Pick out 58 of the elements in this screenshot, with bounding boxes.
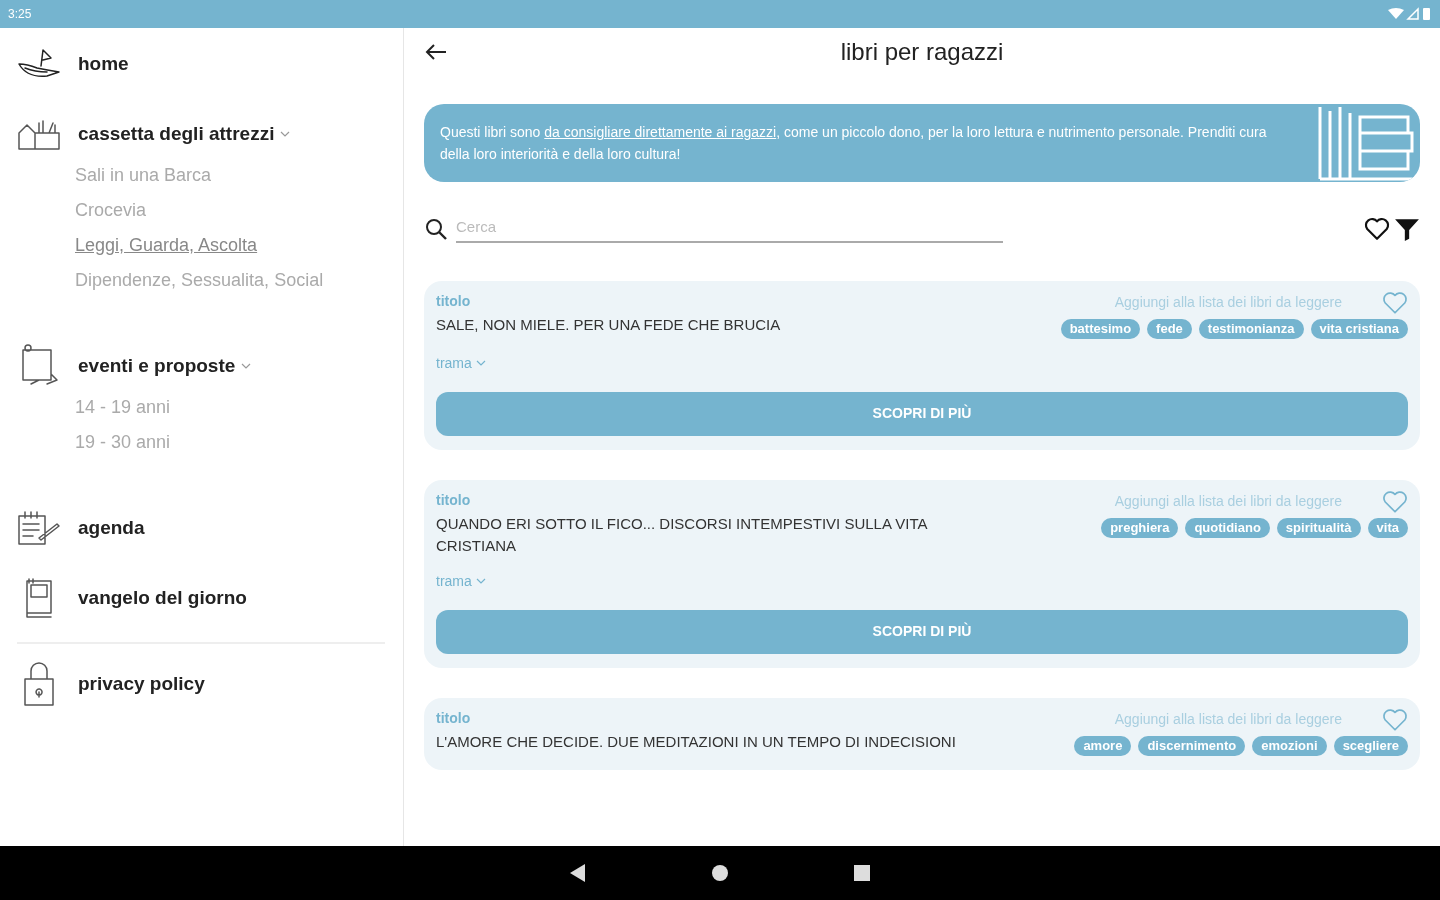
search-field[interactable]: Cerca (456, 216, 1003, 243)
sidebar-subitem[interactable]: Leggi, Guarda, Ascolta (75, 228, 385, 263)
recents-icon[interactable] (853, 864, 871, 882)
sidebar-item[interactable]: vangelo del giorno (78, 583, 247, 613)
tag[interactable]: vita (1367, 517, 1408, 538)
field-label: titolo (436, 291, 472, 311)
banner-text: Questi libri sono da consigliare direttamente ai ragazzi, come un piccolo dono, per la loro lettura e nutrimento personale. Prenditi cura della loro interiorità e della loro cultura! (440, 123, 1268, 164)
sidebar-item[interactable]: agenda (78, 513, 145, 543)
tag[interactable]: amore (1074, 735, 1132, 756)
books-icon (1316, 105, 1416, 181)
filter-icon[interactable] (1394, 217, 1420, 242)
status-time: 3:25 (8, 6, 32, 23)
toolbox-icon (17, 117, 61, 151)
book-title: SALE, NON MIELE. PER UNA FEDE CHE BRUCIA (436, 314, 781, 335)
tag[interactable]: vita cristiana (1310, 318, 1408, 339)
back-arrow-icon[interactable] (424, 43, 448, 61)
sidebar-item[interactable]: home (78, 49, 129, 79)
search-icon (424, 217, 448, 242)
sidebar-item[interactable]: privacy policy (78, 669, 205, 699)
page-title: libri per ragazzi (839, 37, 1005, 67)
add-to-list-label: Aggiungi alla lista dei libri da leggere (1114, 293, 1342, 312)
field-label: titolo (436, 490, 472, 510)
discover-more-button[interactable]: SCOPRI DI PIÙ (436, 391, 1408, 436)
notice-board-icon (19, 344, 59, 388)
home-icon[interactable] (711, 864, 729, 882)
chevron-down-icon (475, 360, 486, 366)
tag[interactable]: emozioni (1252, 735, 1327, 756)
sidebar-subitem[interactable]: Dipendenze, Sessualita, Social (75, 263, 385, 298)
sidebar-subitem[interactable]: 14 - 19 anni (75, 390, 385, 425)
padlock-icon (21, 661, 57, 707)
sidebar-item[interactable]: cassetta degli attrezzi (78, 119, 291, 149)
tag[interactable]: battesimo (1060, 318, 1141, 339)
sidebar-subitem[interactable]: Crocevia (75, 193, 385, 228)
chevron-down-icon (241, 363, 252, 369)
tag[interactable]: preghiera (1101, 517, 1179, 538)
agenda-icon (17, 510, 61, 546)
sidebar-subitem[interactable]: Sali in una Barca (75, 158, 385, 193)
tag[interactable]: quotidiano (1185, 517, 1270, 538)
status-icons (1388, 7, 1432, 21)
tag[interactable]: discernimento (1138, 735, 1246, 756)
heart-icon[interactable] (1364, 217, 1390, 242)
tag[interactable]: spiritualità (1276, 517, 1361, 538)
sidebar-subitem[interactable]: 19 - 30 anni (75, 425, 385, 460)
sidebar-item[interactable]: eventi e proposte (78, 351, 252, 381)
add-to-list-label: Aggiungi alla lista dei libri da leggere (1114, 492, 1342, 511)
book-title: L'AMORE CHE DECIDE. DUE MEDITAZIONI IN UN TEMPO DI INDECISIONI (436, 731, 956, 752)
plot-toggle[interactable]: trama (436, 570, 486, 592)
tag[interactable]: scegliere (1333, 735, 1408, 756)
book-title: QUANDO ERI SOTTO IL FICO... DISCORSI INTEMPESTIVI SULLA VITA CRISTIANA (436, 513, 929, 556)
discover-more-button[interactable]: SCOPRI DI PIÙ (436, 609, 1408, 654)
field-label: titolo (436, 708, 472, 728)
chevron-down-icon (475, 578, 486, 584)
add-to-list-label: Aggiungi alla lista dei libri da leggere (1114, 710, 1342, 729)
tag[interactable]: fede (1147, 318, 1192, 339)
plot-toggle[interactable]: trama (436, 352, 486, 374)
chevron-down-icon (280, 131, 291, 137)
back-icon[interactable] (569, 863, 587, 883)
tag[interactable]: testimonianza (1198, 318, 1304, 339)
